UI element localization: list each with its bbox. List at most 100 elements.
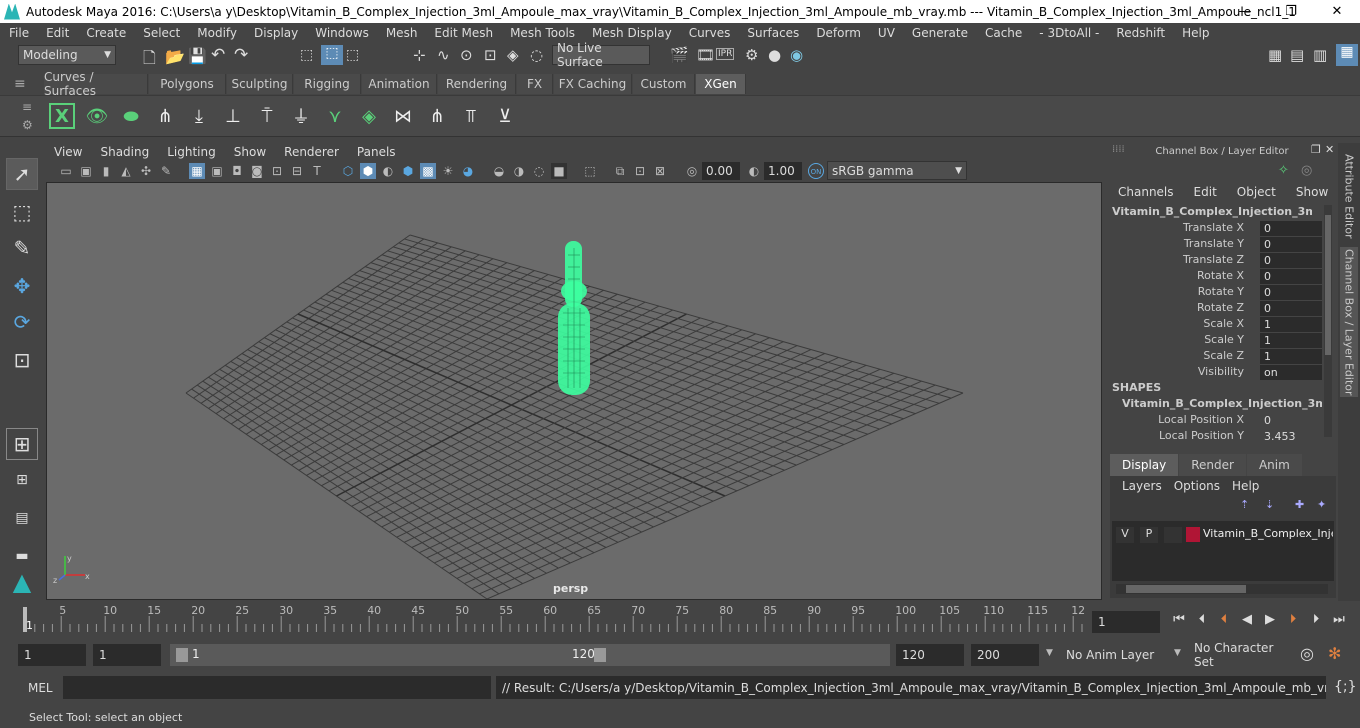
layer-options-menu[interactable]: Options (1168, 479, 1226, 493)
viewport-menu-lighting[interactable]: Lighting (159, 145, 226, 159)
playback-end-field[interactable]: 120 (896, 644, 964, 666)
script-editor-icon[interactable]: {;} (1334, 679, 1357, 695)
menu-edit-mesh[interactable]: Edit Mesh (425, 26, 501, 40)
redo-icon[interactable]: ↷ (234, 45, 248, 65)
safe-title-icon[interactable]: T (309, 163, 325, 179)
attr-value[interactable]: 0 (1260, 253, 1322, 268)
menu-select[interactable]: Select (134, 26, 188, 40)
layer-tab-anim[interactable]: Anim (1246, 454, 1302, 476)
maximize-button[interactable]: ❐ (1268, 0, 1314, 23)
menu-mesh-display[interactable]: Mesh Display (583, 26, 680, 40)
rebuild-guides-icon[interactable]: ⫪ (457, 102, 485, 130)
step-forward-icon[interactable]: ⏵ (1307, 611, 1325, 629)
render-globals-icon[interactable]: ◉ (790, 46, 803, 64)
attr-local-position-y[interactable]: Local Position Y 3.453 (1106, 429, 1322, 445)
maya-home-icon[interactable]: ▲ (6, 566, 38, 598)
attr-rotate-z[interactable]: Rotate Z 0 (1106, 301, 1322, 317)
wireframe-on-shaded-icon[interactable]: ◐ (380, 163, 396, 179)
lock-guides-icon[interactable]: ⏚ (287, 102, 315, 130)
scrollbar-thumb[interactable] (1325, 215, 1331, 355)
go-to-start-icon[interactable]: ⏮ (1170, 611, 1188, 629)
backface-culling-icon[interactable]: ⊠ (652, 163, 668, 179)
move-tool-icon[interactable]: ✥ (6, 270, 38, 302)
modeling-toolkit-icon[interactable]: ▤ (1290, 46, 1304, 64)
menu-mesh-tools[interactable]: Mesh Tools (501, 26, 583, 40)
use-lights-icon[interactable]: ☀ (440, 163, 456, 179)
attr-rotate-y[interactable]: Rotate Y 0 (1106, 285, 1322, 301)
close-panel-icon[interactable]: ✕ (1325, 143, 1334, 156)
single-perspective-layout-icon[interactable]: ⊞ (6, 428, 38, 460)
shelf-collapse-icon[interactable]: ≡ (22, 100, 32, 114)
render-frame-icon[interactable]: 🎞 (696, 46, 715, 64)
play-forwards-icon[interactable]: ▶ (1261, 611, 1279, 629)
animation-start-field[interactable]: 1 (18, 644, 86, 666)
step-forward-key-icon[interactable]: ⏵ (1284, 611, 1302, 629)
shelf-tab-rigging[interactable]: Rigging (294, 74, 361, 94)
xray-joints-icon[interactable]: ⧉ (612, 163, 628, 179)
minimize-button[interactable]: — (1222, 0, 1268, 23)
step-back-icon[interactable]: ⏴ (1193, 611, 1211, 629)
save-scene-icon[interactable]: 💾 (188, 47, 207, 65)
ampoule-wireframe[interactable] (558, 241, 590, 395)
channel-object-menu[interactable]: Object (1225, 185, 1284, 199)
menu-redshift[interactable]: Redshift (1107, 26, 1173, 40)
attr-value[interactable]: on (1260, 365, 1322, 380)
animation-preferences-icon[interactable]: ✻ (1328, 644, 1341, 663)
layer-tab-display[interactable]: Display (1110, 454, 1179, 476)
menu-uv[interactable]: UV (869, 26, 903, 40)
four-view-layout-icon[interactable]: ⊞ (6, 464, 38, 496)
layer-hscrollbar[interactable] (1116, 584, 1328, 594)
bookmark-icon[interactable]: ▮ (98, 163, 114, 179)
snap-point-icon[interactable]: ⊙ (460, 46, 473, 64)
menu-help[interactable]: Help (1173, 26, 1217, 40)
speed-icon[interactable]: ◎ (1301, 163, 1312, 178)
viewport-menu-panels[interactable]: Panels (349, 145, 406, 159)
attr-translate-x[interactable]: Translate X 0 (1106, 221, 1322, 237)
scale-tool-icon[interactable]: ⊡ (6, 344, 38, 376)
menu-modify[interactable]: Modify (188, 26, 245, 40)
shelf-tab-fx-caching[interactable]: FX Caching (554, 74, 632, 94)
time-slider[interactable]: 5 10 15 20 25 30 35 40 45 50 55 60 65 70 75 80 85 90 95 100… (16, 604, 1092, 634)
delete-guides-icon[interactable]: ⊻ (491, 102, 519, 130)
attr-value[interactable]: 3.453 (1260, 429, 1322, 444)
grid-toggle-icon[interactable]: ▦ (189, 163, 205, 179)
layers-menu[interactable]: Layers (1114, 479, 1168, 493)
chevron-down-icon[interactable]: ▼ (1174, 648, 1181, 658)
camera-select-icon[interactable]: ▭ (58, 163, 74, 179)
make-live-icon[interactable]: ◌ (530, 46, 543, 64)
ipr-render-icon[interactable]: IPR (716, 48, 735, 60)
attr-translate-y[interactable]: Translate Y 0 (1106, 237, 1322, 253)
snap-view-plane-icon[interactable]: ⊡ (484, 46, 497, 64)
menu-generate[interactable]: Generate (903, 26, 976, 40)
chevron-down-icon[interactable]: ▼ (1046, 648, 1053, 658)
gate-mask-icon[interactable]: ◙ (249, 163, 265, 179)
current-frame-field[interactable]: 1 (1092, 611, 1160, 633)
command-language-label[interactable]: MEL (28, 681, 53, 695)
field-chart-icon[interactable]: ⊡ (269, 163, 285, 179)
exposure-field[interactable]: 0.00 (702, 162, 740, 180)
render-settings-icon[interactable]: 🎬 (670, 46, 689, 64)
xgen-window-icon[interactable]: X (49, 103, 75, 129)
wireframe-icon[interactable]: ⬡ (340, 163, 356, 179)
xgen-collection-icon[interactable]: ⬬ (117, 102, 145, 130)
colorspace-dropdown[interactable]: sRGB gamma ▼ (827, 161, 967, 180)
layer-name[interactable]: Vitamin_B_Complex_Injec (1203, 527, 1333, 540)
layer-help-menu[interactable]: Help (1226, 479, 1265, 493)
channel-box-toggle-icon[interactable]: ▦ (1336, 44, 1358, 66)
live-surface-field[interactable]: No Live Surface (552, 41, 650, 69)
isolate-select-icon[interactable]: ⬚ (582, 163, 598, 179)
shelf-tab-fx[interactable]: FX (517, 74, 553, 94)
sculpt-guides-icon[interactable]: ⋔ (423, 102, 451, 130)
layer-color-swatch[interactable] (1186, 527, 1200, 542)
textured-icon[interactable]: ⬢ (400, 163, 416, 179)
render-view-icon[interactable]: ⚙ (745, 46, 758, 64)
character-set-dropdown[interactable]: No Character Set (1190, 641, 1294, 669)
layer-type-toggle[interactable] (1164, 527, 1182, 543)
go-to-end-icon[interactable]: ⏭ (1330, 611, 1348, 629)
selected-object-name[interactable]: Vitamin_B_Complex_Injection_3ml_A... (1112, 205, 1312, 218)
workspace-icon[interactable]: ▦ (1268, 46, 1282, 64)
menu-curves[interactable]: Curves (680, 26, 739, 40)
range-start-handle[interactable] (176, 648, 188, 662)
depth-of-field-icon[interactable]: ■ (551, 163, 567, 179)
snap-grid-icon[interactable]: ⊹ (413, 46, 426, 64)
